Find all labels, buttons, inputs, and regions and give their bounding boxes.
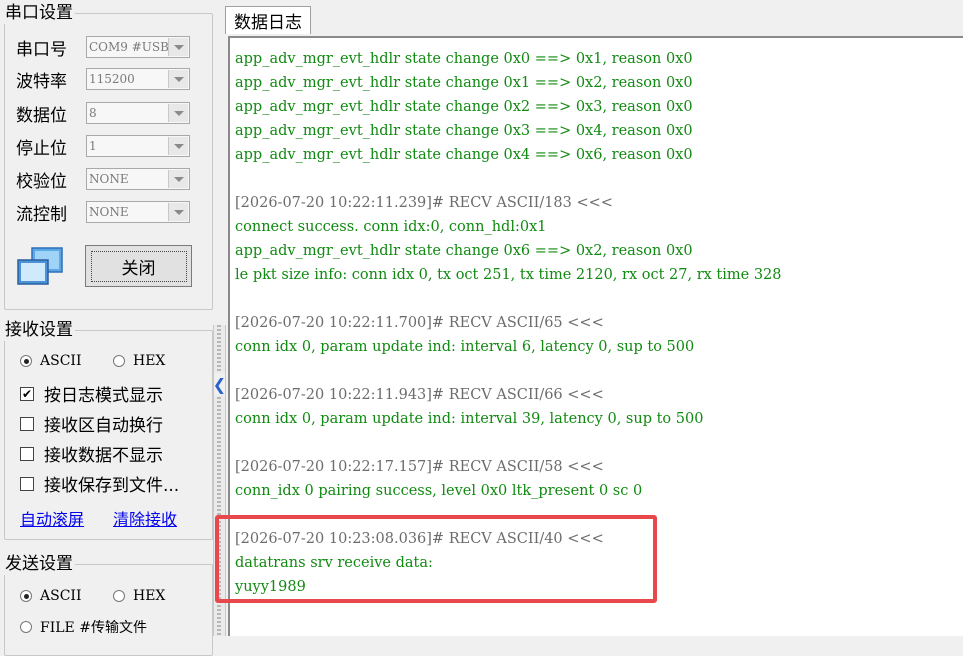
log-mode-label: 按日志模式显示 xyxy=(44,386,163,406)
serial-connection-icon xyxy=(16,246,66,290)
save-to-file-checkbox[interactable]: 接收保存到文件... xyxy=(20,471,179,496)
radio-unselected-icon[interactable] xyxy=(113,355,125,367)
auto-wrap-label: 接收区自动换行 xyxy=(44,416,163,436)
log-data-line: app_adv_mgr_evt_hdlr state change 0x4 ==… xyxy=(235,147,693,163)
flowcontrol-value: NONE xyxy=(89,205,129,219)
port-label: 串口号 xyxy=(16,39,67,60)
flowcontrol-select[interactable]: NONE xyxy=(86,201,190,223)
chevron-down-icon[interactable] xyxy=(168,203,188,221)
log-mode-checkbox[interactable]: ✔ 按日志模式显示 xyxy=(20,381,163,406)
close-port-label: 关闭 xyxy=(90,250,187,282)
stopbits-label: 停止位 xyxy=(16,138,67,159)
log-data-line: conn_idx 0 pairing success, level 0x0 lt… xyxy=(235,483,643,499)
hide-data-checkbox[interactable]: 接收数据不显示 xyxy=(20,441,163,466)
log-data-line: conn idx 0, param update ind: interval 3… xyxy=(235,411,704,427)
baud-row: 波特率 115200 xyxy=(16,67,190,92)
parity-value: NONE xyxy=(89,172,129,186)
log-blank-line xyxy=(235,431,782,455)
send-settings-title: 发送设置 xyxy=(3,553,75,575)
log-data-line: app_adv_mgr_evt_hdlr state change 0x1 ==… xyxy=(235,75,693,91)
baud-select[interactable]: 115200 xyxy=(86,68,190,90)
radio-selected-icon[interactable] xyxy=(20,590,32,602)
log-data-line: app_adv_mgr_evt_hdlr state change 0x2 ==… xyxy=(235,99,693,115)
auto-scroll-link[interactable]: 自动滚屏 xyxy=(20,506,84,530)
checkbox-empty-icon[interactable] xyxy=(20,416,34,431)
send-hex-radio[interactable]: HEX xyxy=(113,588,165,604)
stopbits-value: 1 xyxy=(89,139,97,153)
port-value: COM9 #USB xyxy=(89,40,169,54)
log-header-line: [2026-07-20 10:22:11.239]# RECV ASCII/18… xyxy=(235,195,613,211)
port-select[interactable]: COM9 #USB xyxy=(86,36,190,58)
log-data-line: le pkt size info: conn idx 0, tx oct 251… xyxy=(235,267,782,283)
flowcontrol-row: 流控制 NONE xyxy=(16,200,190,225)
log-data-line: conn idx 0, param update ind: interval 6… xyxy=(235,339,695,355)
log-data-line: app_adv_mgr_evt_hdlr state change 0x6 ==… xyxy=(235,243,693,259)
chevron-down-icon[interactable] xyxy=(168,70,188,88)
databits-row: 数据位 8 xyxy=(16,101,190,126)
stopbits-row: 停止位 1 xyxy=(16,134,190,159)
chevron-down-icon[interactable] xyxy=(168,38,188,56)
receive-hex-radio[interactable]: HEX xyxy=(113,353,165,369)
checkbox-empty-icon[interactable] xyxy=(20,476,34,491)
auto-wrap-checkbox[interactable]: 接收区自动换行 xyxy=(20,411,163,436)
radio-unselected-icon[interactable] xyxy=(113,590,125,602)
log-blank-line xyxy=(235,167,782,191)
databits-value: 8 xyxy=(89,106,97,120)
baud-label: 波特率 xyxy=(16,71,67,92)
parity-label: 校验位 xyxy=(16,171,67,192)
databits-select[interactable]: 8 xyxy=(86,102,190,124)
receive-settings-title: 接收设置 xyxy=(3,319,75,341)
receive-ascii-radio[interactable]: ASCII xyxy=(20,353,81,369)
clear-receive-link[interactable]: 清除接收 xyxy=(113,506,177,530)
checkbox-empty-icon[interactable] xyxy=(20,446,34,461)
send-file-label: FILE #传输文件 xyxy=(40,620,147,636)
receive-hex-label: HEX xyxy=(133,353,166,369)
baud-value: 115200 xyxy=(89,72,135,86)
close-port-button[interactable]: 关闭 xyxy=(85,245,192,287)
collapse-left-icon[interactable]: ❮ xyxy=(213,373,226,395)
log-header-line: [2026-07-20 10:22:11.700]# RECV ASCII/65… xyxy=(235,315,604,331)
parity-select[interactable]: NONE xyxy=(86,168,190,190)
log-data-line: app_adv_mgr_evt_hdlr state change 0x0 ==… xyxy=(235,51,693,67)
log-data-line: app_adv_mgr_evt_hdlr state change 0x3 ==… xyxy=(235,123,693,139)
receive-ascii-label: ASCII xyxy=(40,353,82,369)
log-blank-line xyxy=(235,287,782,311)
send-settings-group: 发送设置 xyxy=(3,553,213,656)
radio-unselected-icon[interactable] xyxy=(20,621,32,633)
send-ascii-label: ASCII xyxy=(40,588,82,604)
databits-label: 数据位 xyxy=(16,105,67,126)
log-header-line: [2026-07-20 10:22:17.157]# RECV ASCII/58… xyxy=(235,459,604,475)
radio-selected-icon[interactable] xyxy=(20,355,32,367)
chevron-down-icon[interactable] xyxy=(168,137,188,155)
save-to-file-label: 接收保存到文件... xyxy=(44,476,180,496)
chevron-down-icon[interactable] xyxy=(168,170,188,188)
highlight-box xyxy=(215,515,657,603)
send-file-radio[interactable]: FILE #传输文件 xyxy=(20,617,147,637)
log-data-line: connect success. conn idx:0, conn_hdl:0x… xyxy=(235,219,547,235)
checkmark-icon[interactable]: ✔ xyxy=(20,386,34,401)
flowcontrol-label: 流控制 xyxy=(16,204,67,225)
log-header-line: [2026-07-20 10:22:11.943]# RECV ASCII/66… xyxy=(235,387,604,403)
tab-data-log[interactable]: 数据日志 xyxy=(225,6,311,34)
send-ascii-radio[interactable]: ASCII xyxy=(20,588,81,604)
stopbits-select[interactable]: 1 xyxy=(86,135,190,157)
chevron-down-icon[interactable] xyxy=(168,104,188,122)
hide-data-label: 接收数据不显示 xyxy=(44,446,163,466)
serial-settings-title: 串口设置 xyxy=(3,2,75,24)
parity-row: 校验位 NONE xyxy=(16,167,190,192)
log-blank-line xyxy=(235,359,782,383)
port-row: 串口号 COM9 #USB xyxy=(16,35,190,60)
send-hex-label: HEX xyxy=(133,588,166,604)
